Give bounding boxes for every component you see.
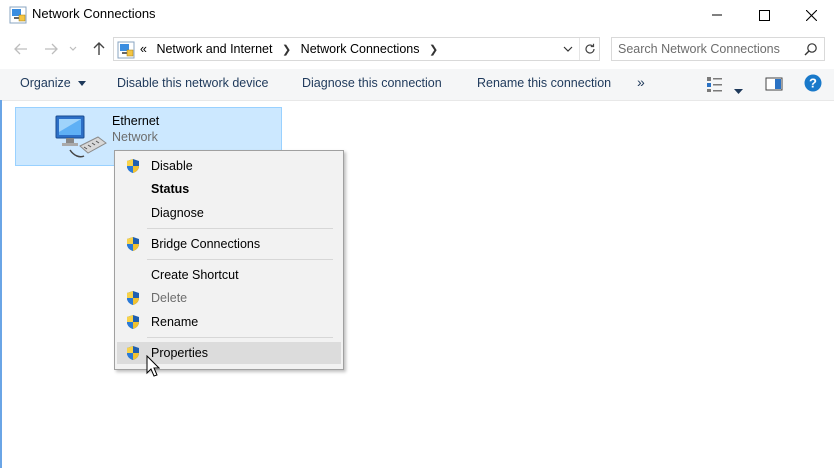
help-icon: ? xyxy=(804,74,822,92)
preview-pane-icon xyxy=(765,77,783,91)
diagnose-connection-button[interactable]: Diagnose this connection xyxy=(302,76,442,90)
more-commands-button[interactable]: » xyxy=(637,74,645,90)
ethernet-adapter-icon xyxy=(54,112,110,169)
help-button[interactable]: ? xyxy=(804,74,822,97)
disable-device-button[interactable]: Disable this network device xyxy=(117,76,268,90)
minimize-icon xyxy=(712,14,722,16)
network-location-icon xyxy=(117,41,135,59)
dropdown-arrow-icon xyxy=(78,81,87,87)
menu-item-bridge-connections[interactable]: Bridge Connections xyxy=(117,233,341,255)
menu-label: Diagnose xyxy=(151,206,204,220)
address-history-button[interactable] xyxy=(559,38,577,60)
menu-item-disable[interactable]: Disable xyxy=(117,155,341,177)
menu-label: Disable xyxy=(151,159,193,173)
rename-connection-button[interactable]: Rename this connection xyxy=(477,76,611,90)
view-dropdown-button[interactable] xyxy=(734,81,743,99)
menu-item-create-shortcut[interactable]: Create Shortcut xyxy=(117,264,341,286)
refresh-icon xyxy=(585,43,595,54)
uac-shield-icon xyxy=(125,314,141,333)
menu-label: Bridge Connections xyxy=(151,237,261,251)
back-button[interactable] xyxy=(10,38,32,60)
search-icon[interactable] xyxy=(804,42,818,61)
menu-separator xyxy=(147,259,333,260)
menu-separator xyxy=(147,337,333,338)
connection-name: Ethernet xyxy=(112,114,160,128)
mouse-pointer-icon xyxy=(146,354,161,382)
breadcrumb-separator-icon[interactable]: ❯ xyxy=(429,44,438,56)
uac-shield-icon xyxy=(125,236,141,255)
breadcrumb-network-and-internet[interactable]: Network and Internet xyxy=(156,42,272,56)
uac-shield-icon xyxy=(125,158,141,177)
menu-label: Rename xyxy=(151,315,199,329)
menu-item-delete: Delete xyxy=(117,287,341,309)
breadcrumb-network-connections[interactable]: Network Connections xyxy=(301,42,420,56)
command-bar: Organize Disable this network device Dia… xyxy=(0,69,834,101)
dropdown-arrow-icon xyxy=(734,89,743,94)
address-bar[interactable]: « Network and Internet ❯ Network Connect… xyxy=(113,37,600,61)
close-button[interactable] xyxy=(788,0,834,30)
chevron-down-icon xyxy=(563,46,573,52)
view-options-icon xyxy=(707,77,722,92)
organize-label: Organize xyxy=(20,76,71,90)
uac-shield-icon xyxy=(125,345,141,364)
uac-shield-icon xyxy=(125,290,141,309)
menu-separator xyxy=(147,228,333,229)
up-arrow-icon xyxy=(93,42,105,55)
preview-pane-button[interactable] xyxy=(765,75,783,98)
address-row: « Network and Internet ❯ Network Connect… xyxy=(0,34,834,64)
title-bar: Network Connections xyxy=(0,0,834,30)
maximize-button[interactable] xyxy=(741,0,787,30)
recent-locations-button[interactable] xyxy=(66,38,80,60)
window-left-border xyxy=(0,100,2,468)
forward-arrow-icon xyxy=(45,43,58,55)
change-view-button[interactable] xyxy=(706,75,724,98)
search-input[interactable] xyxy=(618,41,798,57)
organize-button[interactable]: Organize xyxy=(20,76,87,90)
svg-text:?: ? xyxy=(809,76,817,91)
menu-label: Create Shortcut xyxy=(151,268,239,282)
up-button[interactable] xyxy=(88,38,110,60)
window-title: Network Connections xyxy=(32,6,156,21)
forward-button[interactable] xyxy=(40,38,62,60)
search-box[interactable] xyxy=(611,37,825,61)
menu-item-rename[interactable]: Rename xyxy=(117,311,341,333)
connection-status: Network xyxy=(112,130,158,144)
breadcrumb-separator-icon[interactable]: ❯ xyxy=(282,44,291,56)
menu-label: Status xyxy=(151,182,190,196)
refresh-button[interactable] xyxy=(579,38,600,60)
menu-item-diagnose[interactable]: Diagnose xyxy=(117,202,341,224)
breadcrumb: « Network and Internet ❯ Network Connect… xyxy=(140,42,444,56)
chevron-down-icon xyxy=(69,46,77,51)
minimize-button[interactable] xyxy=(694,0,740,30)
menu-item-status[interactable]: Status xyxy=(117,178,341,200)
network-connections-icon xyxy=(9,6,27,24)
menu-label: Delete xyxy=(151,291,188,305)
breadcrumb-overflow[interactable]: « xyxy=(140,42,147,56)
back-arrow-icon xyxy=(14,43,27,55)
close-icon xyxy=(805,9,817,21)
maximize-icon xyxy=(758,9,770,21)
context-menu: Disable Status Diagnose Bridge Connectio… xyxy=(114,150,344,370)
